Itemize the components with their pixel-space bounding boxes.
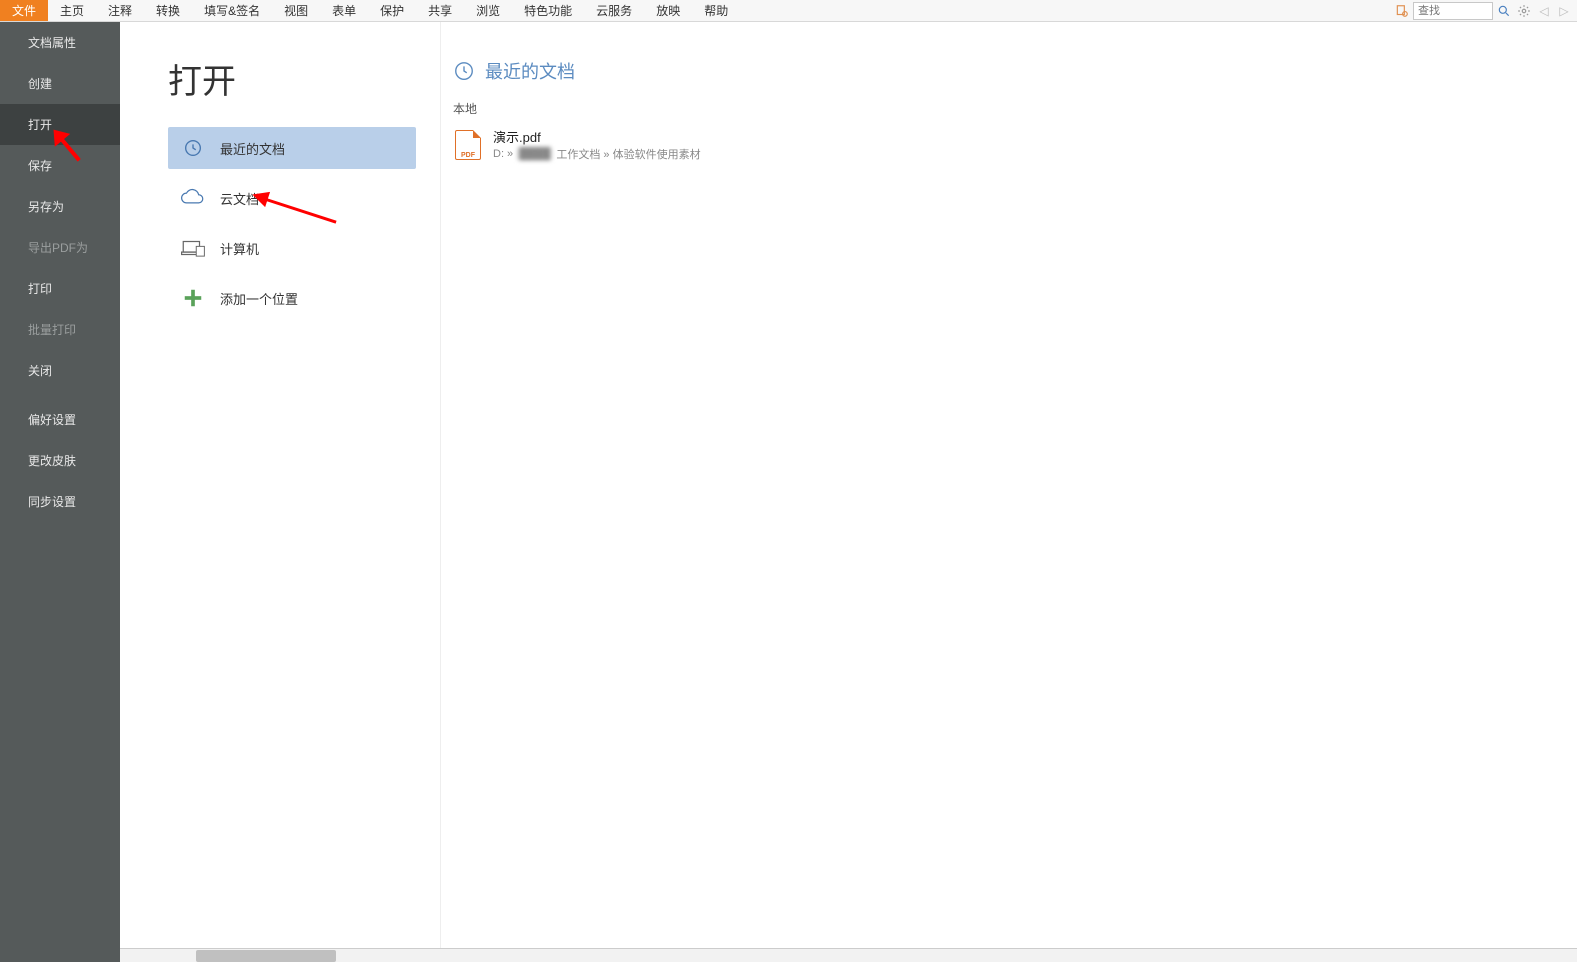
menu-tab-1[interactable]: 主页 [48, 0, 96, 21]
search-input[interactable] [1413, 2, 1493, 20]
recent-file-row[interactable]: PDF 演示.pdfD: » ████工作文档 » 体验软件使用素材 [453, 123, 1549, 166]
menu-tab-0[interactable]: 文件 [0, 0, 48, 21]
menu-tab-11[interactable]: 云服务 [584, 0, 644, 21]
search-area: ◁ ▷ [1393, 0, 1577, 21]
sidebar-item-0[interactable]: 文档属性 [0, 22, 120, 63]
menu-tab-12[interactable]: 放映 [644, 0, 692, 21]
location-label: 计算机 [220, 239, 259, 258]
nav-next-icon[interactable]: ▷ [1555, 2, 1573, 20]
sidebar-item-3[interactable]: 保存 [0, 145, 120, 186]
menu-tab-7[interactable]: 保护 [368, 0, 416, 21]
sidebar-item-8[interactable]: 关闭 [0, 350, 120, 391]
clock-icon [180, 137, 206, 159]
recent-heading-text: 最近的文档 [485, 58, 575, 84]
sidebar-item-7: 批量打印 [0, 309, 120, 350]
sidebar-item-10[interactable]: 更改皮肤 [0, 440, 120, 481]
menu-tab-8[interactable]: 共享 [416, 0, 464, 21]
sidebar-item-6[interactable]: 打印 [0, 268, 120, 309]
location-label: 最近的文档 [220, 139, 285, 158]
menubar: 文件主页注释转换填写&签名视图表单保护共享浏览特色功能云服务放映帮助 ◁ ▷ [0, 0, 1577, 22]
location-plus[interactable]: 添加一个位置 [168, 277, 416, 319]
menu-tab-5[interactable]: 视图 [272, 0, 320, 21]
open-locations-panel: 打开 最近的文档云文档计算机添加一个位置 [120, 22, 440, 962]
file-sidebar: 文档属性创建打开保存另存为导出PDF为打印批量打印关闭偏好设置更改皮肤同步设置 [0, 22, 120, 962]
location-label: 添加一个位置 [220, 289, 298, 308]
search-doc-icon[interactable] [1393, 2, 1411, 20]
computer-icon [180, 237, 206, 259]
location-computer[interactable]: 计算机 [168, 227, 416, 269]
cloud-icon [180, 187, 206, 209]
location-cloud[interactable]: 云文档 [168, 177, 416, 219]
file-path: D: » ████工作文档 » 体验软件使用素材 [493, 146, 701, 162]
pdf-file-icon: PDF [455, 130, 481, 160]
file-name: 演示.pdf [493, 127, 701, 146]
sidebar-item-2[interactable]: 打开 [0, 104, 120, 145]
scrollbar-thumb[interactable] [196, 950, 336, 962]
sidebar-item-11[interactable]: 同步设置 [0, 481, 120, 522]
plus-icon [180, 287, 206, 309]
sidebar-item-4[interactable]: 另存为 [0, 186, 120, 227]
menu-tab-2[interactable]: 注释 [96, 0, 144, 21]
menu-tab-6[interactable]: 表单 [320, 0, 368, 21]
sidebar-item-5: 导出PDF为 [0, 227, 120, 268]
sidebar-item-1[interactable]: 创建 [0, 63, 120, 104]
menu-tab-9[interactable]: 浏览 [464, 0, 512, 21]
menubar-spacer [740, 0, 1393, 21]
sidebar-item-9[interactable]: 偏好设置 [0, 399, 120, 440]
horizontal-scrollbar[interactable] [120, 948, 1577, 962]
location-label: 云文档 [220, 189, 259, 208]
menu-tab-4[interactable]: 填写&签名 [192, 0, 272, 21]
recent-files-panel: 最近的文档 本地 PDF 演示.pdfD: » ████工作文档 » 体验软件使用… [440, 22, 1577, 962]
recent-heading: 最近的文档 [453, 58, 1549, 84]
gear-icon[interactable] [1515, 2, 1533, 20]
nav-prev-icon[interactable]: ◁ [1535, 2, 1553, 20]
search-go-icon[interactable] [1495, 2, 1513, 20]
page-title: 打开 [168, 54, 416, 103]
clock-icon [453, 60, 475, 82]
location-clock[interactable]: 最近的文档 [168, 127, 416, 169]
menu-tab-13[interactable]: 帮助 [692, 0, 740, 21]
menu-tab-3[interactable]: 转换 [144, 0, 192, 21]
group-label: 本地 [453, 100, 1549, 117]
menu-tab-10[interactable]: 特色功能 [512, 0, 584, 21]
